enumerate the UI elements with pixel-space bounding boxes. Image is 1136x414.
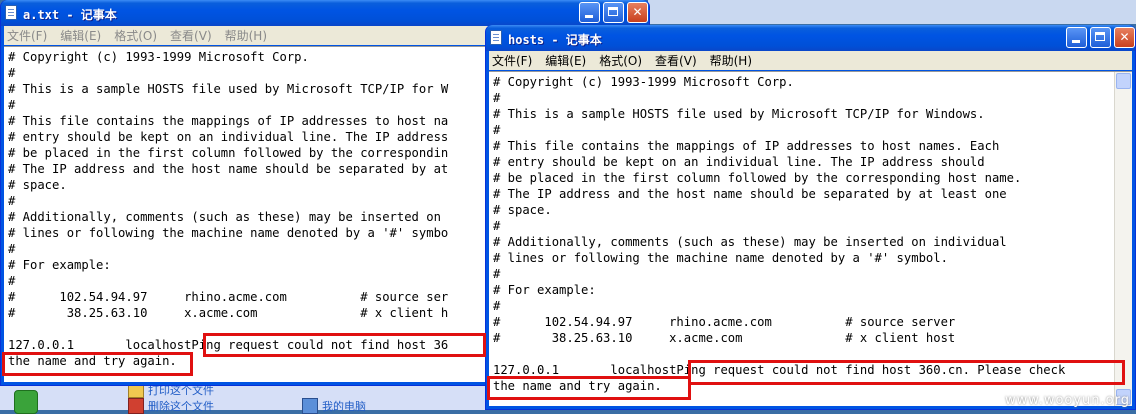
menu-view[interactable]: 查看(V): [655, 52, 697, 69]
close-icon: ✕: [1119, 30, 1130, 44]
menu-view[interactable]: 查看(V): [170, 27, 212, 44]
maximize-button[interactable]: [603, 2, 624, 23]
maximize-button[interactable]: [1090, 27, 1111, 48]
watermark: www.wooyun.org: [1004, 393, 1130, 408]
minimize-button[interactable]: [1066, 27, 1087, 48]
notepad-window-hosts[interactable]: hosts - 记事本 ✕ 文件(F) 编辑(E) 格式(O) 查看(V) 帮助…: [485, 25, 1136, 410]
menu-edit[interactable]: 编辑(E): [545, 52, 586, 69]
menu-file[interactable]: 文件(F): [7, 27, 47, 44]
highlight-box-hosts-try-again: [487, 376, 691, 400]
window-a-title: a.txt - 记事本: [23, 8, 117, 22]
scroll-up-arrow-icon[interactable]: [1116, 73, 1131, 89]
highlight-box-a-try-again: [2, 352, 193, 376]
minimize-icon: [585, 15, 593, 18]
window-hosts-titlebar[interactable]: hosts - 记事本 ✕: [486, 25, 1135, 51]
vertical-scrollbar[interactable]: [1114, 72, 1132, 406]
menu-help[interactable]: 帮助(H): [710, 52, 752, 69]
taskbar-app-icon[interactable]: [14, 390, 38, 414]
computer-icon: [302, 398, 318, 414]
minimize-icon: [1072, 40, 1080, 43]
maximize-icon: [1095, 32, 1105, 41]
highlight-box-a-ping-message: [203, 333, 486, 357]
menu-format[interactable]: 格式(O): [599, 52, 642, 69]
menu-edit[interactable]: 编辑(E): [60, 27, 101, 44]
close-button[interactable]: ✕: [627, 2, 648, 23]
minimize-button[interactable]: [579, 2, 600, 23]
menu-help[interactable]: 帮助(H): [225, 27, 267, 44]
highlight-box-hosts-ping-message: [688, 360, 1125, 385]
window-hosts-text-content: # Copyright (c) 1993-1999 Microsoft Corp…: [493, 75, 1066, 393]
notepad-icon: [5, 5, 17, 20]
window-hosts-menubar: 文件(F) 编辑(E) 格式(O) 查看(V) 帮助(H): [489, 51, 1132, 70]
close-button[interactable]: ✕: [1114, 27, 1135, 48]
delete-file-link[interactable]: 删除这个文件: [128, 398, 214, 414]
notepad-icon: [490, 30, 502, 45]
maximize-icon: [608, 7, 618, 16]
my-computer-link[interactable]: 我的电脑: [302, 398, 366, 414]
window-hosts-text-area[interactable]: # Copyright (c) 1993-1999 Microsoft Corp…: [489, 71, 1132, 406]
delete-icon: [128, 398, 144, 414]
close-icon: ✕: [632, 5, 643, 19]
menu-file[interactable]: 文件(F): [492, 52, 532, 69]
desktop-strip: [648, 0, 1136, 24]
window-a-titlebar[interactable]: a.txt - 记事本 ✕: [1, 0, 649, 26]
menu-format[interactable]: 格式(O): [114, 27, 157, 44]
window-hosts-title: hosts - 记事本: [508, 33, 602, 47]
